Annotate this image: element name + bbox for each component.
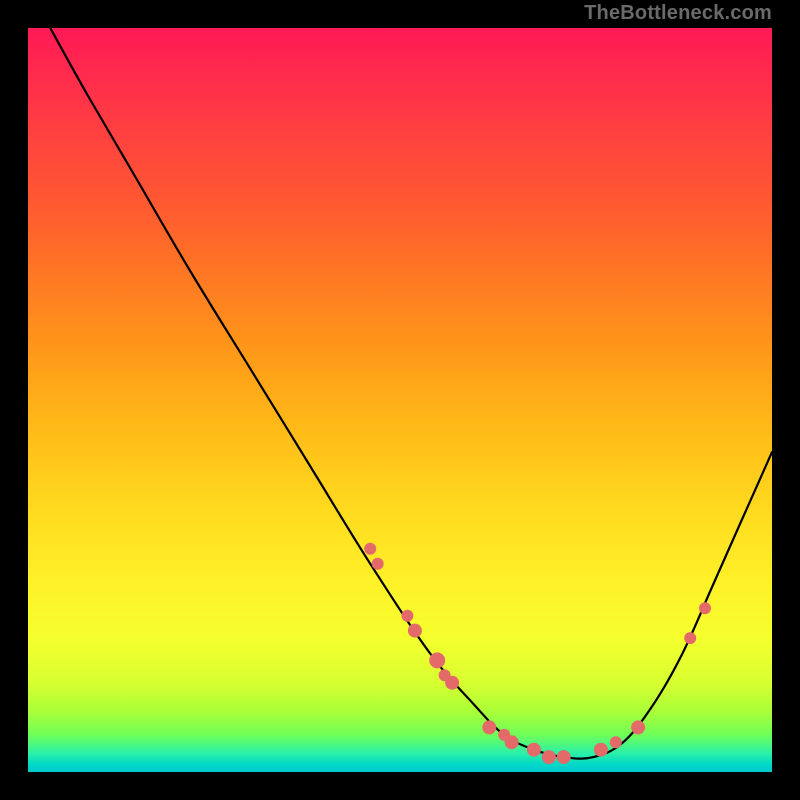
- curve-marker: [594, 743, 608, 757]
- curve-marker: [408, 624, 422, 638]
- stage: TheBottleneck.com: [0, 0, 800, 800]
- curve-marker: [631, 720, 645, 734]
- attribution-text: TheBottleneck.com: [584, 2, 772, 25]
- marker-group: [364, 543, 711, 764]
- bottleneck-curve-line: [50, 28, 772, 759]
- curve-marker: [439, 669, 451, 681]
- curve-marker: [482, 720, 496, 734]
- chart-svg: [28, 28, 772, 772]
- curve-marker: [364, 543, 376, 555]
- curve-marker: [699, 602, 711, 614]
- curve-marker: [557, 750, 571, 764]
- chart-area: [28, 28, 772, 772]
- curve-marker: [429, 652, 445, 668]
- curve-marker: [542, 750, 556, 764]
- curve-marker: [610, 736, 622, 748]
- curve-marker: [527, 743, 541, 757]
- curve-marker: [401, 610, 413, 622]
- curve-marker: [684, 632, 696, 644]
- curve-marker: [498, 729, 510, 741]
- curve-marker: [372, 558, 384, 570]
